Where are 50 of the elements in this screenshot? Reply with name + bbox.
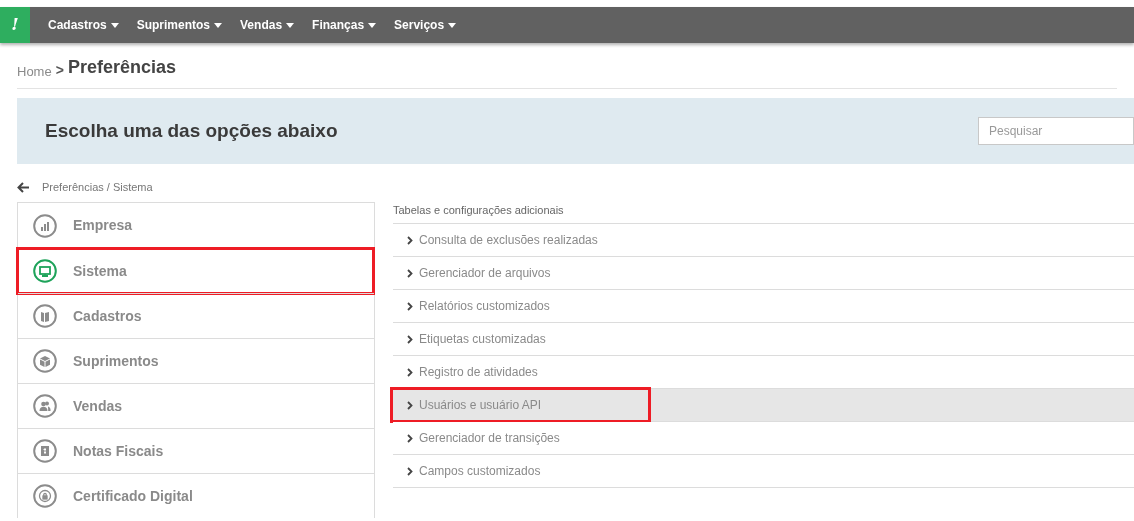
category-label: Certificado Digital — [73, 486, 193, 506]
option-label: Gerenciador de arquivos — [419, 265, 551, 282]
option-label: Etiquetas customizadas — [419, 331, 546, 348]
chevron-right-icon — [407, 235, 413, 245]
chevron-right-icon — [407, 301, 413, 311]
category-item[interactable]: Sistema — [18, 248, 374, 293]
nav-menu[interactable]: Serviços — [394, 16, 457, 34]
category-label: Cadastros — [73, 306, 142, 326]
option-label: Gerenciador de transições — [419, 430, 560, 447]
chevron-right-icon — [407, 433, 413, 443]
option-label: Campos customizados — [419, 463, 541, 480]
option-label: Consulta de exclusões realizadas — [419, 232, 598, 249]
category-label: Empresa — [73, 216, 133, 235]
nav-menu[interactable]: Finanças — [312, 16, 377, 34]
chevron-right-icon — [407, 466, 413, 476]
category-label: Vendas — [73, 396, 123, 416]
option-label: Usuários e usuário API — [419, 397, 542, 414]
breadcrumb-separator: > — [55, 61, 64, 80]
category-item[interactable]: Certificado Digital — [18, 473, 374, 518]
breadcrumb-link[interactable]: Home — [17, 61, 52, 81]
option-label: Registro de atividades — [419, 364, 538, 381]
category-item[interactable]: Suprimentos — [18, 338, 374, 383]
back-arrow-icon[interactable] — [17, 181, 30, 193]
category-item[interactable]: Empresa — [18, 203, 374, 248]
category-label: Sistema — [73, 261, 127, 281]
nav-menu[interactable]: Suprimentos — [136, 16, 223, 34]
option-row[interactable]: Gerenciador de transições — [393, 422, 1134, 455]
caret-icon — [368, 22, 377, 28]
nav-menu[interactable]: Vendas — [240, 16, 295, 34]
caret-icon — [214, 22, 223, 28]
caret-icon — [448, 22, 457, 28]
chevron-right-icon — [407, 334, 413, 344]
caret-icon — [286, 22, 295, 28]
category-label: Notas Fiscais — [73, 441, 164, 461]
page-title: Preferências — [67, 56, 176, 79]
caret-icon — [110, 22, 119, 28]
option-label: Relatórios customizados — [419, 298, 550, 315]
back-link[interactable]: Preferências / Sistema — [42, 178, 153, 196]
logo[interactable]: ! — [0, 7, 30, 43]
option-row[interactable]: Usuários e usuário API — [393, 389, 1134, 422]
chevron-right-icon — [407, 367, 413, 377]
search-field[interactable]: Pesquisar — [978, 117, 1134, 145]
chevron-right-icon — [407, 268, 413, 278]
category-item[interactable]: Notas Fiscais — [18, 428, 374, 473]
chevron-right-icon — [407, 400, 413, 410]
category-item[interactable]: Vendas — [18, 383, 374, 428]
nav-menu[interactable]: Cadastros — [48, 16, 119, 34]
category-label: Suprimentos — [73, 351, 159, 371]
category-item[interactable]: Cadastros — [18, 293, 374, 338]
banner-title: Escolha uma das opções abaixo — [45, 118, 338, 143]
